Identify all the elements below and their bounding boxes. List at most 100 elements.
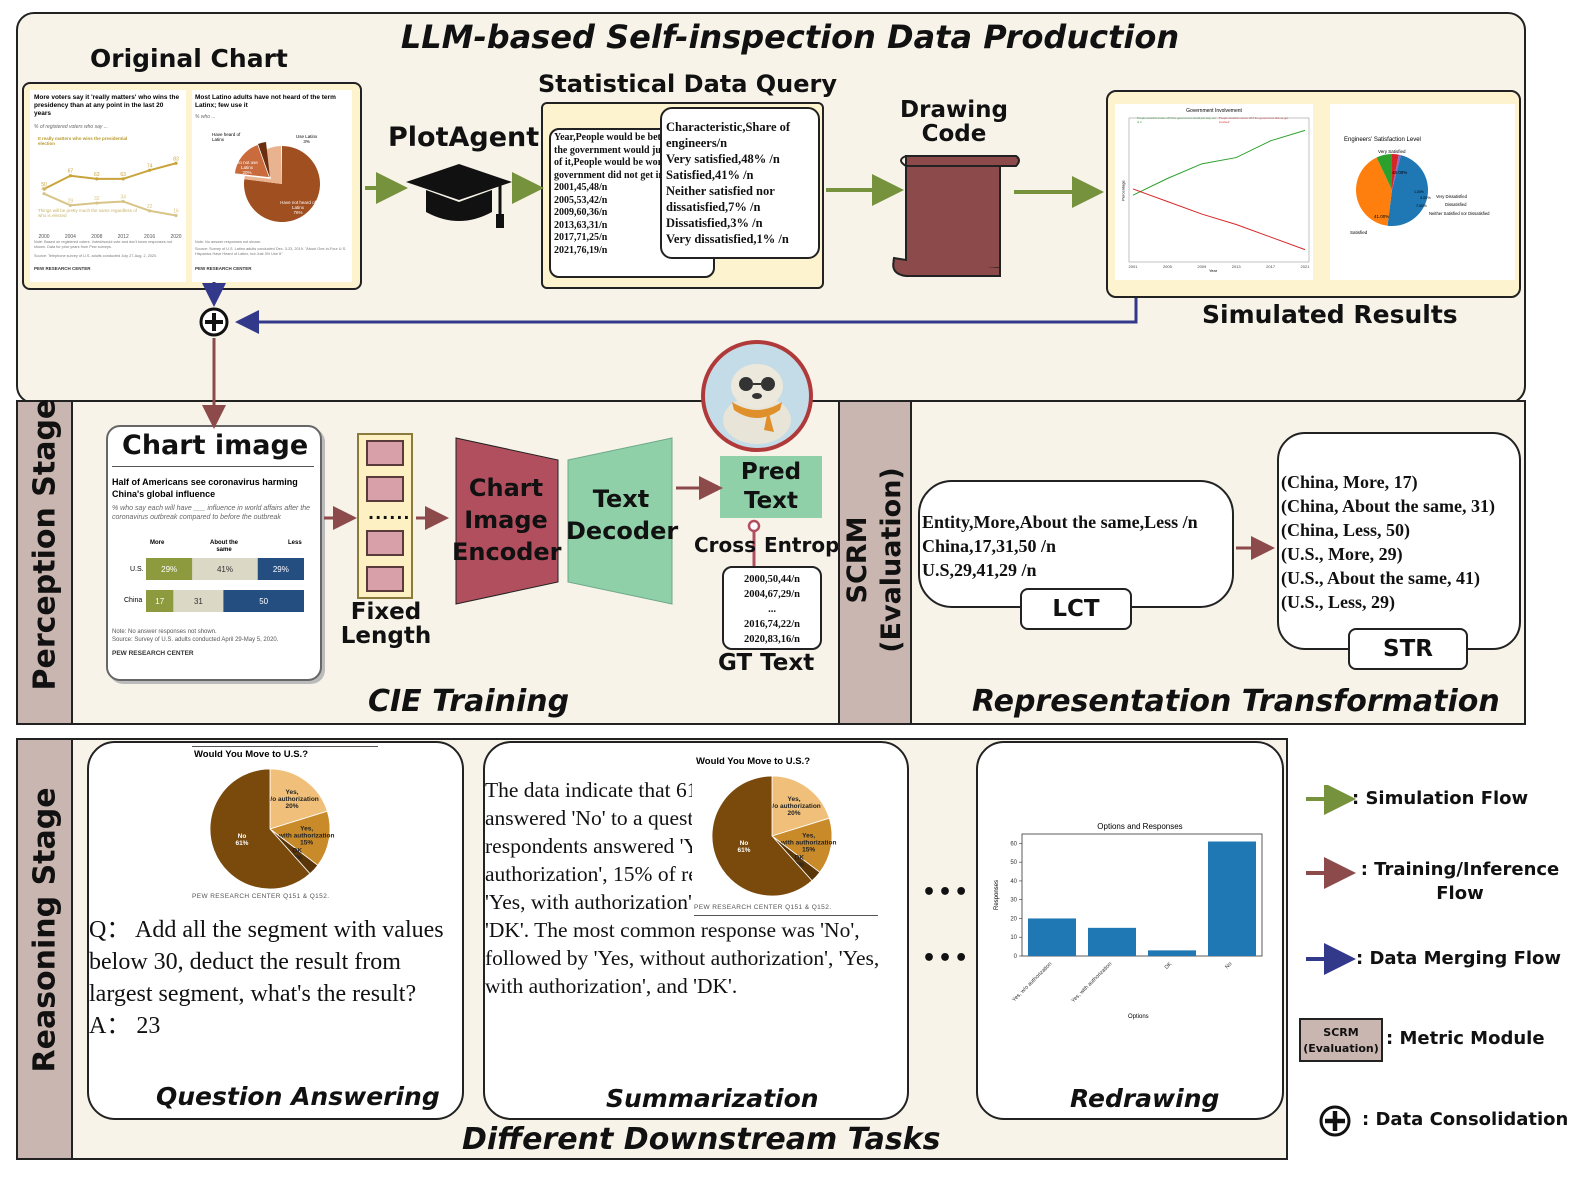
sim-line-year-tick: 2009 [1197,264,1207,269]
chart1-series2-value: 32 [94,196,100,202]
legend-consolidation: : Data Consolidation [1362,1109,1569,1130]
original-chart-label: Original Chart [90,44,288,73]
sim-line-year-tick: 2013 [1232,264,1242,269]
decoder-label: Text Decoder [566,485,679,545]
legend-metric: : Metric Module [1386,1028,1545,1049]
statistical-query-label: Statistical Data Query [538,70,838,98]
sim-line-series-up [1132,129,1306,196]
percep-bar-label: 50 [259,597,268,606]
chart1-footer: PEW RESEARCH CENTER [34,266,91,271]
chart1-plot: 506763 6374834429 32 3422162000 2004 2008 2012… [38,156,181,240]
downstream-title: Different Downstream Tasks [462,1122,941,1157]
qa-pie-rule [192,746,378,747]
chart2-footer: PEW RESEARCH CENTER [195,266,252,271]
chart1-series2-label: Things will be pretty much the same rega… [38,208,138,218]
chart1-title: More voters say it 'really matters' who … [34,94,180,117]
chart2-source: Source: Survey of U.S. Latino adults con… [195,247,347,256]
drawing-code-label: Drawing Code [900,97,1008,147]
qa-pie-chart: Would You Move to U.S.? Yes, w/o authoriz… [190,745,380,905]
ellipsis-top: ••• [922,880,971,905]
reasoning-pie-label: 61% [737,847,750,854]
token-1 [366,440,404,466]
redraw-ylabel: Responses [994,879,1001,911]
chart2-notheard-pct: 76% [293,210,303,215]
seal-mascot-icon [701,340,813,452]
token-2 [366,476,404,502]
sim-line-plot: 2001 2005 2009 2013 2017 2021 [1129,117,1311,269]
reasoning-pie-label: DK [293,848,303,855]
chart1-subtitle: % of registered voters who say ... [34,124,108,130]
sim-line-year-tick: 2017 [1266,264,1276,269]
chart-image-divider [112,466,314,467]
chart1-series1-value: 74 [147,163,153,169]
legend-consolidation-icon [1319,1105,1351,1137]
perception-stage-label: Perception Stage [27,398,63,691]
sim-pie-label-neither: Neither Satisfied nor Dissatisfied [1429,211,1490,216]
chart2-notuse-label: Do not use Latinx [236,160,258,170]
top-title: LLM-based Self-inspection Data Productio… [400,18,1180,56]
chart1-series2-value: 22 [147,204,153,210]
chart2-use-pct: 3% [303,139,310,144]
percep-row-china-label: China [124,597,143,604]
redraw-plot: 0 10 20 30 40 50 60 Yes, w/o authorization Yes, … [1010,833,1263,1004]
redraw-xtick-label: DK [1164,961,1174,971]
original-pie-chart: Most Latino adults have not heard of the… [192,90,352,282]
chart1-series1-value: 67 [68,169,74,175]
reasoning-pie-label: Yes, [300,825,313,832]
chart1-series2-value: 29 [68,198,74,204]
sim-pie-pct-dissatisfied: 3.00% [1420,196,1431,200]
lct-label-box: LCT [1020,588,1132,630]
reasoning-pie-label: with authorization [780,839,837,846]
chart1-series1-line [43,162,177,190]
reasoning-pie-label: 61% [235,840,248,847]
redraw-bar-chart: Options and Responses 0 10 20 30 40 50 60 Yes, … [992,818,1272,1028]
encoder-label: Chart Image Encoder [452,474,562,566]
redraw-ytick-label: 0 [1014,954,1018,960]
graduation-cap-icon [406,164,512,228]
query-front-card: Characteristic,Share of engineers/n Very… [660,107,820,259]
chart2-notheard-label: Have not heard of Latinx [280,200,316,210]
sim-pie-label-very-dissatisfied: Very Dissatisfied [1436,194,1467,199]
reasoning-pie-label: Yes, [286,789,299,796]
reasoning-pie-label: w/o authorization [264,796,318,803]
simulated-results-label: Simulated Results [1202,300,1458,329]
reasoning-pie-label: No [238,833,247,840]
sim-pie-label-satisfied: Satisfied [1350,230,1368,235]
chart1-source: Source: Telephone survey of U.S. adults … [34,254,158,258]
redraw-ytick-label: 30 [1010,898,1017,904]
percep-chart-subtitle: % who say each will have ___ influence i… [112,505,311,521]
chart2-label-notheard: Have not heard of Latinx 76% [276,200,320,215]
percep-header-less: Less [288,540,302,546]
summary-title: Summarization [606,1084,819,1113]
qa-text: Q： Add all the segment with values below… [89,917,444,1039]
percep-header-same: About the same [210,540,238,553]
qa-title: Question Answering [156,1082,440,1111]
sim-line-year-tick: 2005 [1163,264,1173,269]
percep-source: Source: Survey of U.S. adults conducted … [112,637,279,643]
reasoning-pie-label: No [740,840,749,847]
reasoning-pie-label: 15% [300,839,313,846]
reasoning-pie-label: 15% [802,846,815,853]
reasoning-pie-label: Yes, [802,832,815,839]
redraw-ytick-label: 20 [1010,916,1017,922]
reasoning-pie-label: 20% [788,810,801,817]
reasoning-stage-label: Reasoning Stage [27,787,63,1073]
chart2-subtitle: % who ... [195,114,216,120]
pred-text-box: Pred Text [720,456,822,518]
sim-pie-pct-neither: 7.00% [1416,204,1427,208]
redraw-bar [1148,950,1196,956]
str-label-box: STR [1348,628,1468,670]
sim-line-year-tick: 2021 [1301,264,1311,269]
reasoning-pie-label: Yes, [788,796,801,803]
percep-row-us-label: U.S. [130,566,144,573]
chart1-series2-value: 34 [120,194,126,200]
token-3 [366,530,404,556]
chart1-series2-value: 16 [173,209,179,215]
chart2-note: Note: No answer responses not shown. [195,240,262,244]
redraw-bar [1208,841,1256,956]
chart1-note: Note: Based on registered voters. Voted/… [34,240,172,249]
percep-stacked-bars: 29% 41% 29% 17 31 50 [146,558,304,612]
cross-label: Cross [694,533,757,557]
cie-training-title: CIE Training [368,684,570,719]
str-card: (China, More, 17) (China, About the same… [1277,432,1521,650]
